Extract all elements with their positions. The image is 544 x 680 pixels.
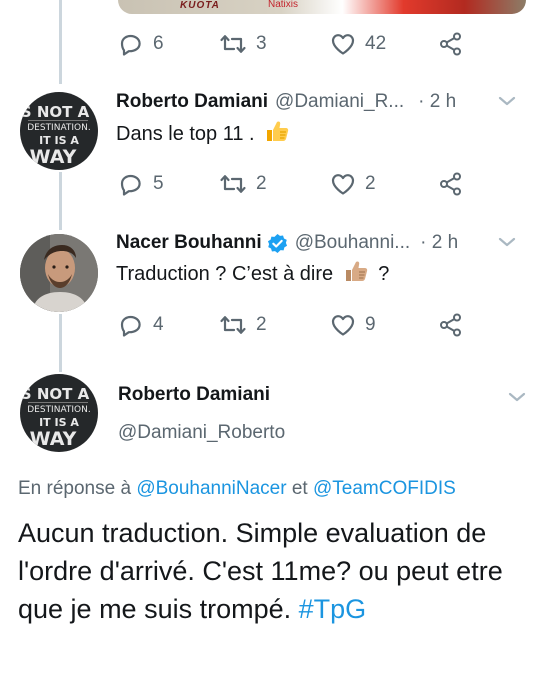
avatar-text: DESTINATION. — [27, 123, 91, 133]
heart-icon — [331, 34, 355, 55]
avatar-divider — [28, 120, 88, 121]
like-button[interactable]: 2 — [330, 172, 376, 196]
like-count: 9 — [365, 314, 376, 335]
share-button[interactable] — [438, 313, 464, 337]
avatar[interactable]: S NOT A DESTINATION. IT IS A WAY — [20, 92, 98, 170]
reply-button[interactable]: 6 — [118, 32, 164, 56]
retweet-button[interactable]: 3 — [219, 32, 267, 56]
avatar-text: WAY — [29, 428, 77, 450]
retweet-count: 3 — [256, 33, 267, 54]
author-handle[interactable]: @Damiani_Roberto — [118, 422, 285, 444]
avatar[interactable] — [20, 234, 98, 312]
main-tweet-text: Aucun traduction. Simple evaluation de l… — [18, 514, 528, 628]
hashtag-link[interactable]: #TpG — [299, 594, 367, 624]
verified-badge-icon — [267, 233, 287, 253]
thread-line — [59, 0, 62, 84]
author-name[interactable]: Roberto Damiani — [118, 384, 270, 406]
tweet-actions: 4 2 9 — [118, 313, 518, 337]
author-name[interactable]: Nacer Bouhanni — [116, 232, 262, 254]
retweet-icon — [220, 316, 246, 334]
avatar-text: S NOT A — [20, 385, 90, 403]
tweet-actions: 6 3 42 — [118, 32, 518, 56]
reply-icon — [120, 34, 141, 56]
thread-line — [59, 172, 62, 230]
reply-prefix: En réponse à — [18, 478, 132, 499]
retweet-count: 2 — [256, 173, 267, 194]
author-name[interactable]: Roberto Damiani — [116, 91, 268, 113]
share-button[interactable] — [438, 32, 464, 56]
avatar[interactable]: S NOT A DESTINATION. IT IS A WAY — [20, 374, 98, 452]
media-brand-text: KUOTA — [180, 0, 220, 11]
tweet-text: Dans le top 11 . — [116, 118, 290, 148]
reply-icon — [120, 315, 141, 337]
retweet-count: 2 — [256, 314, 267, 335]
tweet-text-content: Aucun traduction. Simple evaluation de l… — [18, 518, 503, 624]
thumbs-up-emoji-icon — [345, 261, 367, 281]
tweet-time[interactable]: · 2 h — [418, 91, 456, 113]
tweet-time[interactable]: · 2 h — [420, 232, 458, 254]
share-icon — [440, 313, 461, 337]
reply-count: 5 — [153, 173, 164, 194]
retweet-icon — [220, 35, 246, 53]
author-handle[interactable]: @Bouhanni... — [295, 232, 410, 254]
tweet-text-content: ? — [378, 263, 390, 285]
avatar-text: S NOT A — [20, 103, 90, 121]
tweet-text: Traduction ? C’est à dire ? — [116, 258, 389, 288]
thread-line — [59, 314, 62, 372]
author-handle[interactable]: @Damiani_R... — [275, 91, 404, 113]
chevron-down-icon[interactable] — [498, 235, 516, 249]
reply-context: En réponse à @BouhanniNacer et @TeamCOFI… — [18, 478, 456, 500]
like-button[interactable]: 42 — [330, 32, 386, 56]
chevron-down-icon[interactable] — [498, 94, 516, 108]
avatar-photo — [20, 234, 98, 312]
avatar-text: DESTINATION. — [27, 405, 91, 415]
avatar-text: WAY — [29, 146, 77, 168]
thumbs-up-emoji-icon — [267, 121, 289, 141]
share-icon — [440, 32, 461, 56]
avatar-divider — [28, 402, 88, 403]
heart-icon — [331, 174, 355, 195]
like-button[interactable]: 9 — [330, 313, 376, 337]
tweet-media-image[interactable]: KUOTA Natixis — [118, 0, 526, 14]
retweet-icon — [220, 175, 246, 193]
tweet-actions: 5 2 2 — [118, 172, 518, 196]
media-brand-text: Natixis — [268, 0, 299, 10]
share-icon — [440, 172, 461, 196]
tweet-text-content: Dans le top 11 . — [116, 123, 255, 145]
like-count: 42 — [365, 33, 387, 54]
reply-button[interactable]: 5 — [118, 172, 164, 196]
tweet-text-content: Traduction ? C’est à dire — [116, 263, 334, 285]
tweet-header: Nacer Bouhanni @Bouhanni... · 2 h — [116, 229, 516, 257]
mention-link[interactable]: @BouhanniNacer — [136, 478, 286, 499]
share-button[interactable] — [438, 172, 464, 196]
reply-count: 4 — [153, 314, 164, 335]
mention-link[interactable]: @TeamCOFIDIS — [313, 478, 456, 499]
reply-conjunction: et — [291, 478, 308, 499]
heart-icon — [331, 315, 355, 336]
reply-button[interactable]: 4 — [118, 313, 164, 337]
retweet-button[interactable]: 2 — [219, 313, 267, 337]
chevron-down-icon[interactable] — [508, 390, 526, 404]
tweet-header: Roberto Damiani @Damiani_R... · 2 h — [116, 88, 516, 116]
reply-count: 6 — [153, 33, 164, 54]
reply-icon — [120, 174, 141, 196]
like-count: 2 — [365, 173, 376, 194]
retweet-button[interactable]: 2 — [219, 172, 267, 196]
